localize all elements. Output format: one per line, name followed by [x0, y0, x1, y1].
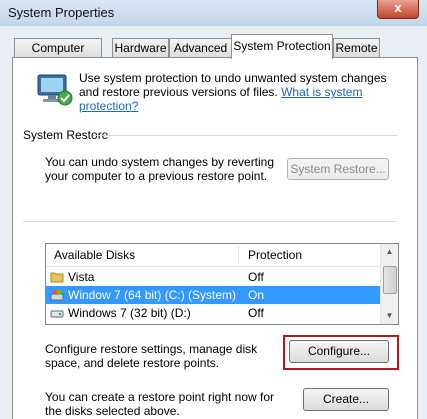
- tab-label: System Protection: [233, 39, 331, 53]
- tab-advanced[interactable]: Advanced: [169, 38, 232, 58]
- close-icon: x: [394, 0, 402, 15]
- system-restore-description: You can undo system changes by reverting…: [45, 155, 275, 183]
- configure-button[interactable]: Configure...: [289, 340, 389, 363]
- vertical-scrollbar[interactable]: ▲ ▼: [380, 244, 398, 324]
- configure-description: Configure restore settings, manage disk …: [45, 342, 258, 370]
- available-disks-list[interactable]: Available Disks Protection Vista Off Win…: [45, 243, 399, 325]
- system-restore-button[interactable]: System Restore...: [287, 158, 389, 180]
- intro-text: Use system protection to undo unwanted s…: [79, 71, 409, 113]
- disk-name: Window 7 (64 bit) (C:) (System): [68, 288, 237, 302]
- tab-label: Hardware: [114, 41, 167, 55]
- divider: [93, 135, 397, 136]
- disk-row[interactable]: Windows 7 (32 bit) (D:) Off: [46, 304, 380, 322]
- tab-remote[interactable]: Remote: [333, 38, 380, 58]
- divider: [23, 221, 397, 222]
- column-header-disks[interactable]: Available Disks: [54, 248, 135, 262]
- column-header-protection[interactable]: Protection: [248, 248, 302, 262]
- disk-row-selected[interactable]: Window 7 (64 bit) (C:) (System) On: [46, 286, 380, 304]
- tab-system-protection[interactable]: System Protection: [231, 34, 333, 59]
- tab-label: Remote: [335, 41, 378, 55]
- disk-name: Vista: [68, 270, 95, 284]
- button-label: Configure...: [307, 344, 371, 358]
- disk-protection: Off: [248, 306, 264, 320]
- column-divider[interactable]: [238, 246, 239, 264]
- computer-icon: [37, 74, 73, 106]
- system-drive-icon: [50, 290, 64, 301]
- tab-hardware[interactable]: Hardware: [112, 38, 169, 58]
- drive-icon: [50, 310, 64, 318]
- tab-label: Advanced: [173, 41, 228, 55]
- disk-protection: Off: [248, 270, 264, 284]
- close-button[interactable]: x: [377, 0, 419, 19]
- create-button[interactable]: Create...: [303, 388, 389, 411]
- button-label: Create...: [322, 392, 370, 406]
- create-description: You can create a restore point right now…: [45, 390, 275, 418]
- disk-row[interactable]: Vista Off: [46, 268, 380, 286]
- window-title: System Properties: [8, 5, 115, 20]
- tab-panel: Use system protection to undo unwanted s…: [12, 57, 418, 419]
- scroll-up-arrow-icon[interactable]: ▲: [381, 244, 398, 260]
- scroll-thumb[interactable]: [383, 266, 397, 294]
- scroll-down-arrow-icon[interactable]: ▼: [381, 308, 398, 324]
- table-header: Available Disks Protection: [46, 244, 380, 267]
- title-bar[interactable]: System Properties x: [0, 0, 427, 26]
- tab-computer-name[interactable]: Computer Name: [14, 38, 102, 74]
- folder-icon: [50, 272, 64, 283]
- disk-protection: On: [248, 288, 265, 302]
- disk-name: Windows 7 (32 bit) (D:): [68, 306, 191, 320]
- button-label: System Restore...: [290, 162, 386, 176]
